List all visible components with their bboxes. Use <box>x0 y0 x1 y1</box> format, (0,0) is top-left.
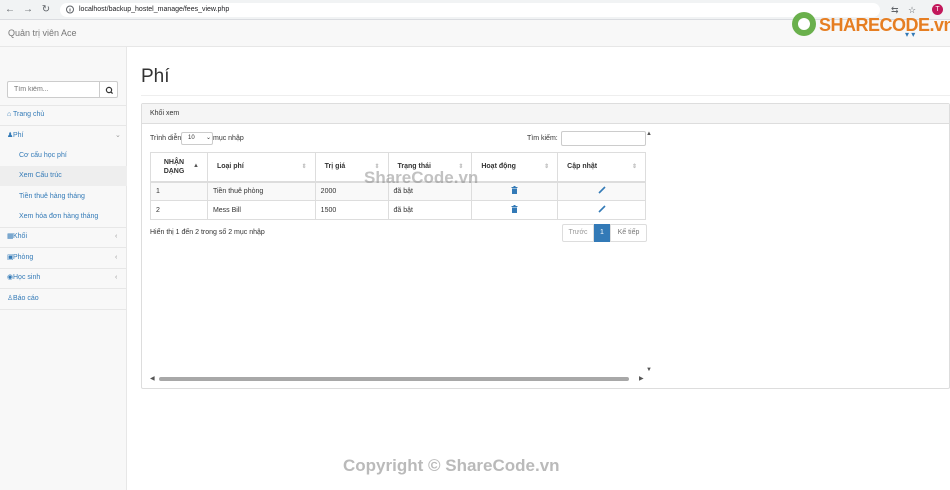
cell-value: 1500 <box>314 200 389 220</box>
sidebar-item-fees[interactable]: ♟ Phí ⌄ <box>0 126 127 146</box>
cell-action <box>471 200 559 220</box>
sidebar-subitem-label: Tiền thuê hàng tháng <box>19 193 85 200</box>
logo-mark-icon <box>792 12 816 36</box>
sort-icon: ⇕ <box>544 164 550 170</box>
sidebar-item-blocks[interactable]: ▦ Khối ‹ <box>0 227 127 247</box>
column-header-label: NHẬN DẠNG <box>163 158 185 175</box>
panel-heading-text: Khối xem <box>150 110 180 117</box>
sidebar-subitem-monthly-rent[interactable]: Tiền thuê hàng tháng <box>0 187 127 207</box>
info-icon[interactable] <box>66 5 74 14</box>
sidebar-item-rooms[interactable]: ▣ Phòng ‹ <box>0 248 127 268</box>
watermark-copyright: Copyright © ShareCode.vn <box>343 456 560 475</box>
content-panel: Khối xem <box>141 103 950 389</box>
column-header-label: Cập nhật <box>567 163 598 171</box>
cell-id: 1 <box>150 181 208 201</box>
chevron-down-icon: ⌄ <box>206 135 212 141</box>
column-header-fee-type[interactable]: Loại phí ⇕ <box>206 152 316 183</box>
column-header-id[interactable]: NHẬN DẠNG ▲ <box>150 152 208 183</box>
sidebar-subitem-monthly-bills[interactable]: Xem hóa đơn hàng tháng <box>0 207 127 227</box>
divider <box>141 95 950 96</box>
watermark-center: ShareCode.vn <box>364 168 479 187</box>
scrollbar-thumb[interactable] <box>159 377 629 381</box>
search-icon <box>105 86 114 95</box>
next-page-button[interactable]: Kế tiếp <box>610 224 647 242</box>
sidebar-item-reports[interactable]: ♙ Báo cáo <box>0 289 127 309</box>
column-header-label: Loại phí <box>216 163 244 171</box>
sidebar-item-label: Học sinh <box>13 274 41 281</box>
table-info: Hiển thị 1 đến 2 trong số 2 mục nhập <box>150 229 265 236</box>
length-label-suffix: mục nhập <box>213 135 244 142</box>
sidebar-item-label: Báo cáo <box>13 295 39 302</box>
table-row: 2 Mess Bill 1500 đã bật <box>150 200 646 220</box>
divider <box>0 309 127 310</box>
scroll-right-arrow-icon[interactable]: ▶ <box>639 375 644 382</box>
cell-fee-type: Mess Bill <box>206 200 316 220</box>
home-icon: ⌂ <box>7 111 12 118</box>
panel-heading: Khối xem <box>142 104 949 124</box>
sidebar-item-students[interactable]: ◉ Học sinh ‹ <box>0 268 127 288</box>
pencil-icon[interactable] <box>598 205 606 213</box>
sharecode-logo: SHARECODE.vn <box>790 12 950 40</box>
scroll-left-arrow-icon[interactable]: ◀ <box>150 375 155 382</box>
scroll-down-arrow-icon[interactable]: ▼ <box>646 367 652 373</box>
sidebar-subitem-label: Xem Cấu trúc <box>19 172 62 179</box>
sidebar-subitem-fee-structure[interactable]: Cơ cấu học phí <box>0 146 127 166</box>
sidebar-subitem-label: Cơ cấu học phí <box>19 152 67 159</box>
pencil-icon[interactable] <box>598 186 606 194</box>
sidebar-search <box>7 81 118 98</box>
column-header-label: Trị giá <box>324 163 346 171</box>
cell-id: 2 <box>150 200 208 220</box>
chevron-down-icon: ⌄ <box>115 132 121 139</box>
cell-action <box>471 181 559 201</box>
cell-update <box>557 200 646 220</box>
cell-fee-type: Tiền thuê phòng <box>206 181 316 201</box>
cell-status: đã bật <box>387 200 473 220</box>
sidebar-subitem-view-structure[interactable]: Xem Cấu trúc <box>0 166 127 186</box>
cell-update <box>557 181 646 201</box>
page-title: Phí <box>141 66 170 87</box>
search-button[interactable] <box>99 81 118 98</box>
trash-icon[interactable] <box>511 205 518 213</box>
address-bar[interactable]: localhost/backup_hostel_manage/fees_view… <box>60 3 880 17</box>
sort-asc-icon: ▲ <box>192 163 199 169</box>
brand-title[interactable]: Quản trị viên Ace <box>8 28 77 38</box>
previous-page-button[interactable]: Trước <box>562 224 594 242</box>
horizontal-scrollbar[interactable]: ◀ ▶ <box>150 375 646 383</box>
column-header-label: Hoạt động <box>481 163 516 171</box>
reload-icon[interactable]: ↻ <box>40 4 52 16</box>
entries-per-page-select[interactable]: 10 ⌄ <box>181 132 213 145</box>
logo-text: SHARECODE.vn <box>819 15 950 35</box>
sidebar-item-label: Trang chủ <box>13 111 45 118</box>
url-text: localhost/backup_hostel_manage/fees_view… <box>79 6 230 13</box>
page-1-button[interactable]: 1 <box>594 224 610 242</box>
filter-label: Tìm kiếm: <box>527 135 558 142</box>
sidebar-item-label: Phí <box>13 132 24 139</box>
length-label-prefix: Trình diễn <box>150 135 182 142</box>
sort-icon: ⇕ <box>631 164 637 170</box>
scroll-up-arrow-icon[interactable]: ▲ <box>646 131 652 137</box>
sidebar-item-home[interactable]: ⌂ Trang chủ <box>0 105 127 125</box>
sidebar-subitem-label: Xem hóa đơn hàng tháng <box>19 213 99 220</box>
chevron-left-icon: ‹ <box>115 233 118 240</box>
back-icon[interactable]: ← <box>4 4 16 16</box>
chevron-left-icon: ‹ <box>115 254 118 261</box>
chevron-left-icon: ‹ <box>115 274 118 281</box>
sidebar-item-label: Phòng <box>13 254 34 261</box>
column-header-update[interactable]: Cập nhật ⇕ <box>557 152 646 183</box>
sidebar-search-input[interactable] <box>7 81 100 98</box>
table-search-input[interactable] <box>561 131 646 146</box>
trash-icon[interactable] <box>511 186 518 195</box>
sidebar: ⌂ Trang chủ ♟ Phí ⌄ Cơ cấu học phí Xem C… <box>0 47 127 490</box>
entries-per-page-value: 10 <box>188 135 195 141</box>
sidebar-item-label: Khối <box>13 233 28 240</box>
forward-icon[interactable]: → <box>22 4 34 16</box>
column-header-action[interactable]: Hoạt động ⇕ <box>471 152 559 183</box>
sort-icon: ⇕ <box>301 164 307 170</box>
